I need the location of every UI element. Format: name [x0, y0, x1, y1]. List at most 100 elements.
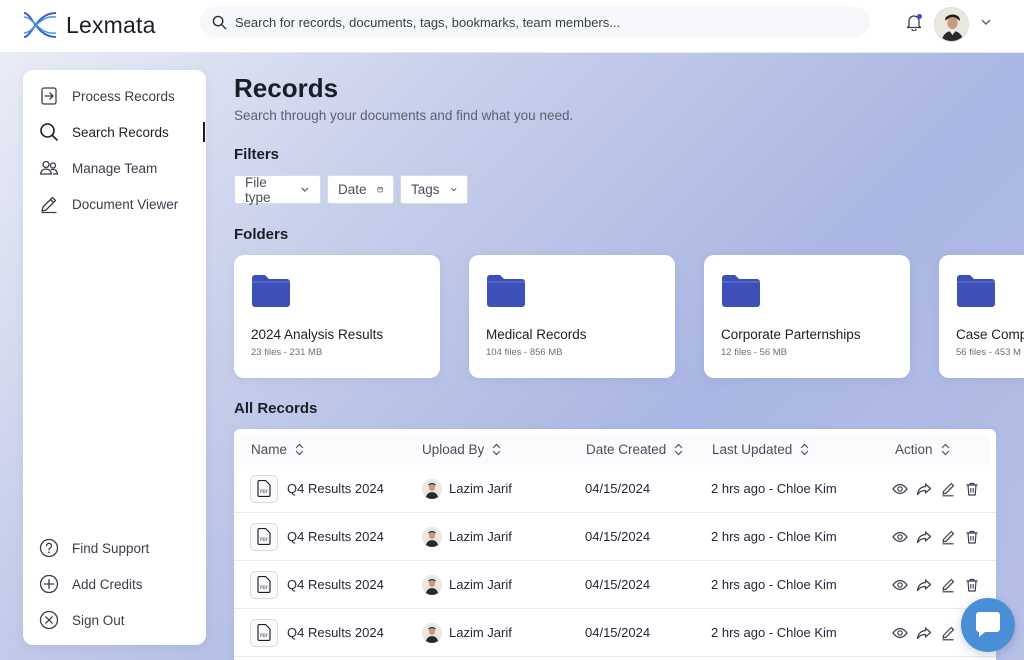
table-row[interactable]: PDF Q4 Results 2024 Lazim Jarif 04/15/20…	[234, 465, 996, 513]
sort-icon	[941, 443, 949, 456]
app-logo[interactable]: Lexmata	[22, 7, 156, 43]
help-icon	[39, 538, 59, 558]
column-label: Action	[895, 442, 933, 457]
svg-text:PDF: PDF	[260, 585, 268, 590]
user-avatar-icon	[935, 8, 968, 41]
cell-name: PDF Q4 Results 2024	[250, 561, 384, 608]
cell-name: PDF Q4 Results 2024	[250, 465, 384, 512]
plus-circle-icon	[39, 574, 59, 594]
search-bar[interactable]	[200, 7, 870, 37]
chat-support-button[interactable]	[961, 598, 1015, 652]
cell-name: PDF Q4 Results 2024	[250, 513, 384, 560]
page-title: Records	[234, 73, 339, 103]
sidebar-item-document-viewer[interactable]: Document Viewer	[39, 192, 204, 216]
column-header-last-updated[interactable]: Last Updated	[712, 442, 809, 457]
sidebar-item-sign-out[interactable]: Sign Out	[39, 608, 204, 632]
column-header-date-created[interactable]: Date Created	[586, 442, 683, 457]
sidebar-item-add-credits[interactable]: Add Credits	[39, 572, 204, 596]
uploader-name: Lazim Jarif	[449, 625, 512, 640]
cell-last-updated: 2 hrs ago - Chloe Kim	[711, 481, 837, 496]
search-input[interactable]	[235, 14, 855, 30]
record-name[interactable]: Q4 Results 2024	[287, 529, 384, 544]
record-name[interactable]: Q4 Results 2024	[287, 625, 384, 640]
folder-card[interactable]: Corporate Parternships 12 files - 56 MB	[704, 255, 910, 378]
cell-name: PDF Q4 Results 2024	[250, 609, 384, 656]
column-header-action[interactable]: Action	[895, 442, 950, 457]
column-header-name[interactable]: Name	[251, 442, 304, 457]
svg-text:PDF: PDF	[260, 537, 268, 542]
table-row[interactable]: PDF Q4 Results 2024 Lazim Jarif 04/15/20…	[234, 609, 996, 657]
filter-label: File type	[245, 174, 271, 205]
user-avatar-icon	[422, 574, 442, 595]
record-name[interactable]: Q4 Results 2024	[287, 481, 384, 496]
records-table: Name Upload By Date Created Last Updated…	[234, 429, 996, 660]
cell-upload-by: Lazim Jarif	[422, 609, 512, 656]
folder-card[interactable]: Case Comp 56 files - 453 M	[939, 255, 1024, 378]
sidebar-item-process-records[interactable]: Process Records	[39, 84, 204, 108]
folder-name: Case Comp	[956, 327, 1024, 342]
cell-upload-by: Lazim Jarif	[422, 513, 512, 560]
cell-actions	[892, 513, 988, 560]
folder-meta: 56 files - 453 M	[956, 347, 1021, 358]
folder-card[interactable]: 2024 Analysis Results 23 files - 231 MB	[234, 255, 440, 378]
sidebar-item-manage-team[interactable]: Manage Team	[39, 156, 204, 180]
user-avatar-icon	[422, 526, 442, 547]
share-icon[interactable]	[916, 577, 932, 593]
chevron-down-icon	[301, 187, 309, 192]
sidebar-item-label: Search Records	[72, 124, 169, 140]
chevron-down-icon	[450, 188, 456, 192]
sidebar-item-label: Process Records	[72, 88, 175, 104]
uploader-name: Lazim Jarif	[449, 529, 512, 544]
cell-last-updated: 2 hrs ago - Chloe Kim	[711, 625, 837, 640]
folder-meta: 104 files - 856 MB	[486, 347, 563, 358]
folder-icon	[722, 275, 760, 307]
column-label: Date Created	[586, 442, 667, 457]
delete-icon[interactable]	[964, 577, 980, 593]
folder-name: Medical Records	[486, 327, 587, 342]
sort-icon	[675, 443, 683, 456]
record-name[interactable]: Q4 Results 2024	[287, 577, 384, 592]
sidebar-item-label: Add Credits	[72, 576, 143, 592]
search-icon	[40, 123, 58, 141]
filter-file-type[interactable]: File type	[234, 174, 321, 205]
share-icon[interactable]	[916, 529, 932, 545]
search-icon	[212, 15, 227, 29]
folder-meta: 23 files - 231 MB	[251, 347, 323, 358]
share-icon[interactable]	[916, 481, 932, 497]
delete-icon[interactable]	[964, 529, 980, 545]
sidebar-item-search-records[interactable]: Search Records	[39, 120, 204, 144]
sidebar-item-find-support[interactable]: Find Support	[39, 536, 204, 560]
table-row[interactable]: PDF Q4 Results 2024 Lazim Jarif 04/15/20…	[234, 561, 996, 609]
edit-icon[interactable]	[940, 481, 956, 497]
filters-title: Filters	[234, 146, 280, 163]
filter-tags[interactable]: Tags	[400, 175, 468, 204]
view-icon[interactable]	[892, 481, 908, 497]
column-label: Last Updated	[712, 442, 793, 457]
chevron-down-icon[interactable]	[980, 16, 992, 28]
view-icon[interactable]	[892, 625, 908, 641]
sort-icon	[493, 443, 501, 456]
sidebar-item-label: Manage Team	[72, 160, 158, 176]
cell-date-created: 04/15/2024	[585, 625, 651, 640]
folder-icon	[252, 275, 290, 307]
app-name: Lexmata	[66, 11, 156, 38]
profile-avatar[interactable]	[934, 7, 969, 42]
view-icon[interactable]	[892, 577, 908, 593]
folder-icon	[957, 275, 995, 307]
column-header-upload-by[interactable]: Upload By	[422, 442, 501, 457]
filter-date[interactable]: Date	[327, 175, 394, 204]
folders-title: Folders	[234, 226, 289, 243]
cell-upload-by: Lazim Jarif	[422, 561, 512, 608]
sidebar-item-label: Sign Out	[72, 612, 125, 628]
edit-icon[interactable]	[940, 529, 956, 545]
edit-icon[interactable]	[940, 625, 956, 641]
user-avatar-icon	[422, 478, 442, 499]
folder-card[interactable]: Medical Records 104 files - 856 MB	[469, 255, 675, 378]
edit-icon[interactable]	[940, 577, 956, 593]
table-row[interactable]: PDF Q4 Results 2024 Lazim Jarif 04/15/20…	[234, 513, 996, 561]
sidebar-item-label: Find Support	[72, 540, 150, 556]
share-icon[interactable]	[916, 625, 932, 641]
delete-icon[interactable]	[964, 481, 980, 497]
view-icon[interactable]	[892, 529, 908, 545]
uploader-name: Lazim Jarif	[449, 577, 512, 592]
